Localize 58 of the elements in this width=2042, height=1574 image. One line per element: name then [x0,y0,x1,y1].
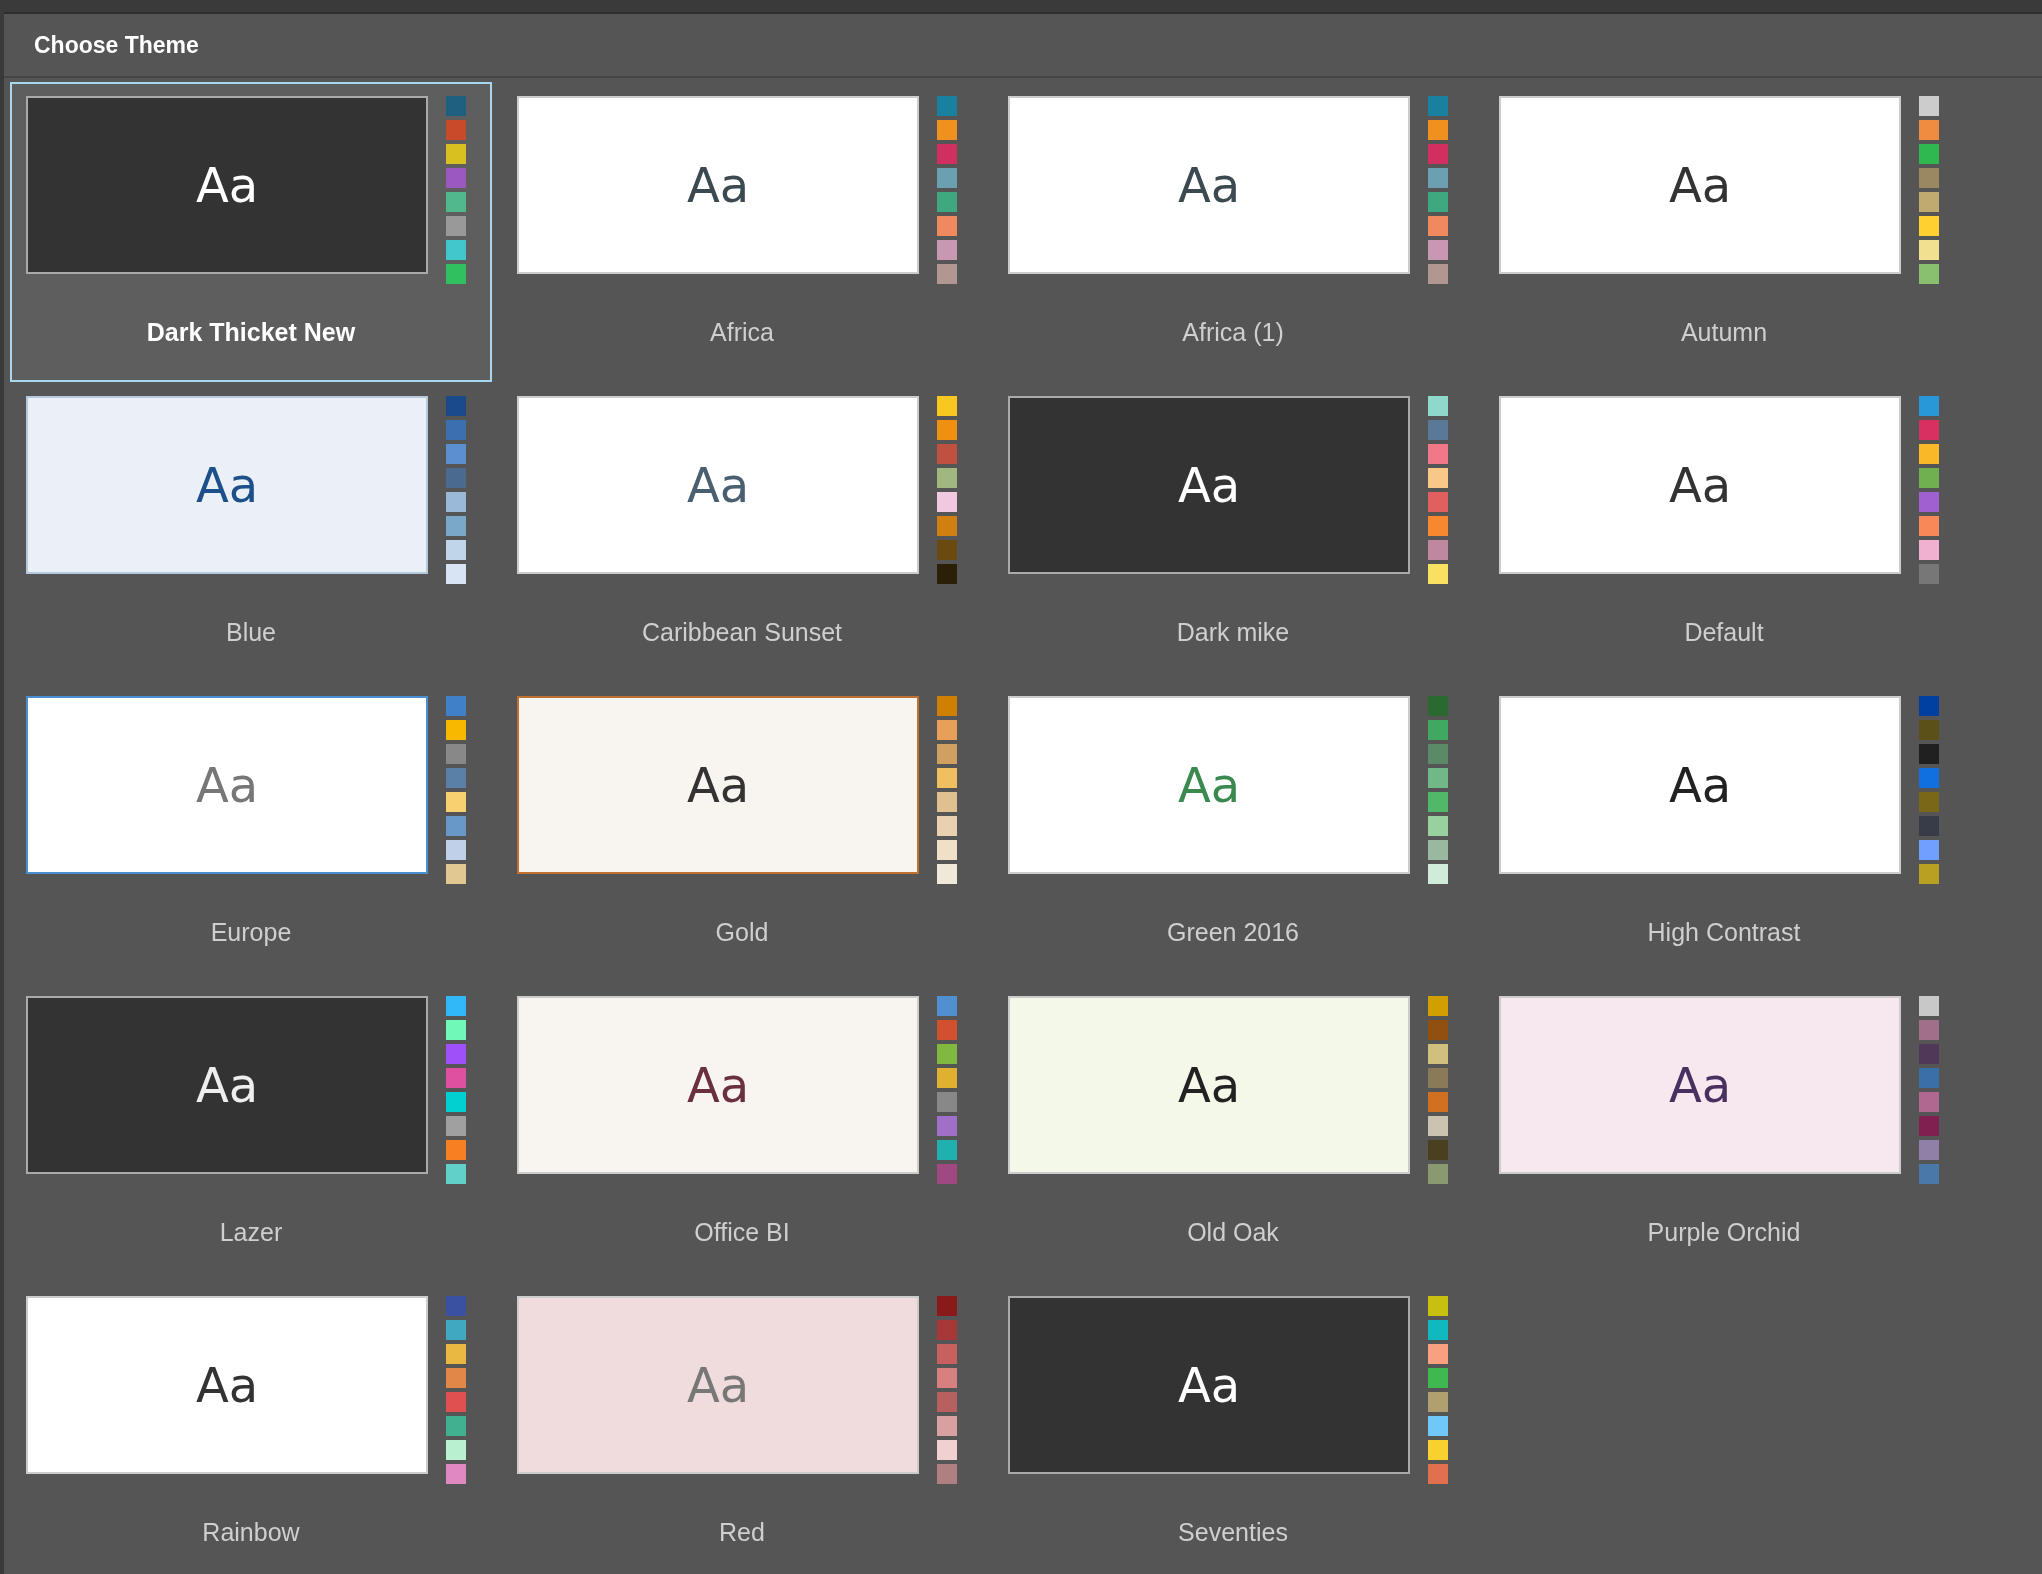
theme-name: Default [1684,617,1764,648]
sample-text: Aa [1177,161,1241,209]
sample-text: Aa [195,1361,259,1409]
theme-tile[interactable]: Aa Dark mike [992,382,1474,682]
theme-tile[interactable]: Aa Office BI [501,982,983,1282]
theme-tile[interactable]: Aa Africa [501,82,983,382]
sample-text: Aa [195,761,259,809]
sample-text: Aa [1177,461,1241,509]
theme-name: Caribbean Sunset [641,617,843,648]
window-title: Choose Theme [34,30,199,60]
theme-tile[interactable]: Aa Purple Orchid [1483,982,1965,1282]
theme-name: Dark mike [1176,617,1290,648]
theme-tile[interactable]: Aa Dark Thicket New [10,82,492,382]
theme-name: Africa [710,317,774,348]
theme-name: Africa (1) [1182,317,1284,348]
theme-tile[interactable]: Aa Green 2016 [992,682,1474,982]
theme-name: Purple Orchid [1647,1217,1801,1248]
sample-text: Aa [1177,1361,1241,1409]
theme-tile[interactable]: Aa Africa (1) [992,82,1474,382]
sample-text: Aa [195,461,259,509]
theme-tile[interactable]: Aa Default [1483,382,1965,682]
theme-name: Green 2016 [1166,917,1299,948]
theme-name: Autumn [1680,317,1768,348]
theme-tile[interactable]: Aa Blue [10,382,492,682]
theme-tile[interactable]: Aa Rainbow [10,1282,492,1574]
sample-text: Aa [686,1061,750,1109]
theme-tile[interactable]: Aa Caribbean Sunset [501,382,983,682]
theme-name: Old Oak [1187,1217,1279,1248]
theme-name: Seventies [1178,1517,1288,1548]
theme-name: Lazer [219,1217,283,1248]
theme-tile[interactable]: Aa Gold [501,682,983,982]
theme-tile[interactable]: Aa Lazer [10,982,492,1282]
theme-name: Red [719,1517,765,1548]
theme-tile[interactable]: Aa Red [501,1282,983,1574]
theme-tile[interactable]: Aa Autumn [1483,82,1965,382]
theme-tile[interactable]: Aa Old Oak [992,982,1474,1282]
sample-text: Aa [1177,1061,1241,1109]
sample-text: Aa [1668,1061,1732,1109]
theme-tile[interactable]: Aa High Contrast [1483,682,1965,982]
sample-text: Aa [195,1061,259,1109]
sample-text: Aa [686,461,750,509]
sample-text: Aa [1668,161,1732,209]
theme-name: Office BI [694,1217,790,1248]
sample-text: Aa [1177,761,1241,809]
theme-tile[interactable]: Aa Europe [10,682,492,982]
sample-text: Aa [686,1361,750,1409]
theme-tile[interactable]: Aa Seventies [992,1282,1474,1574]
theme-name: Europe [210,917,292,948]
theme-name: High Contrast [1647,917,1801,948]
sample-text: Aa [686,761,750,809]
theme-name: Dark Thicket New [146,317,356,348]
sample-text: Aa [1668,461,1732,509]
sample-text: Aa [686,161,750,209]
sample-text: Aa [1668,761,1732,809]
theme-name: Gold [715,917,769,948]
theme-name: Rainbow [202,1517,300,1548]
sample-text: Aa [195,161,259,209]
theme-name: Blue [225,617,276,648]
